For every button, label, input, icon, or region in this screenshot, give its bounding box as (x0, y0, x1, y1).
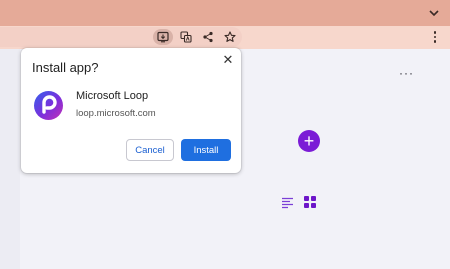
kebab-menu-icon[interactable] (430, 29, 440, 45)
translate-icon[interactable] (177, 29, 195, 45)
add-button[interactable]: + (298, 130, 320, 152)
browser-titlebar (0, 0, 450, 26)
share-icon[interactable] (199, 29, 217, 45)
cancel-button[interactable]: Cancel (126, 139, 174, 161)
app-url: loop.microsoft.com (76, 108, 156, 119)
more-options-icon[interactable]: ··· (399, 66, 414, 80)
grid-view-icon[interactable] (304, 196, 316, 208)
install-app-icon[interactable] (153, 29, 173, 45)
close-icon[interactable]: ✕ (221, 53, 235, 67)
left-panel (0, 49, 20, 269)
star-icon[interactable] (221, 29, 239, 45)
list-view-icon[interactable] (281, 196, 295, 209)
install-button[interactable]: Install (181, 139, 231, 161)
loop-app-icon (34, 91, 63, 120)
chevron-down-icon[interactable] (426, 5, 442, 21)
install-app-dialog: Install app? ✕ Microsoft Loop loop.micro… (21, 48, 241, 173)
app-name: Microsoft Loop (76, 90, 149, 102)
dialog-title: Install app? (32, 60, 99, 75)
